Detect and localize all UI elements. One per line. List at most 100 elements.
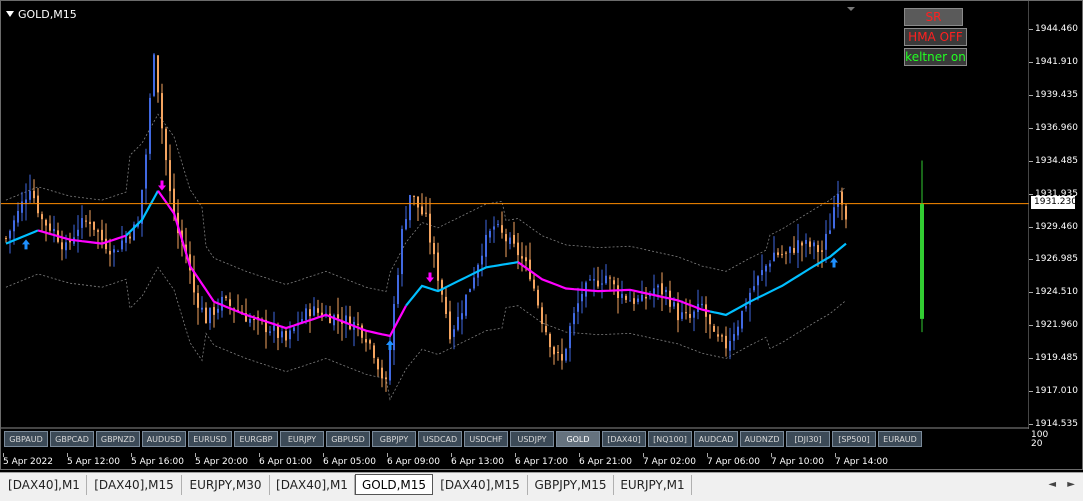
price-axis[interactable]: 1944.460 1941.910 1939.435 1936.960 1934.485… <box>1029 6 1083 429</box>
candle-body <box>93 221 95 230</box>
candle-body <box>389 349 391 381</box>
sr-toggle-button[interactable]: SR <box>904 8 963 26</box>
candle-body <box>433 243 435 255</box>
candle-body <box>365 339 367 343</box>
candle-body <box>629 300 631 302</box>
symbol-button[interactable]: USDCAD <box>418 431 462 447</box>
candle-body <box>121 240 123 250</box>
candle-body <box>385 377 387 380</box>
signal-bar-body <box>920 204 924 319</box>
price-tick-label: 1921.960 <box>1035 320 1078 331</box>
price-tick <box>1029 292 1033 294</box>
candle-body <box>581 293 583 302</box>
candle-body <box>493 226 495 230</box>
price-tick-label: 1924.510 <box>1035 287 1078 298</box>
candle-body <box>445 296 447 315</box>
candle-body <box>709 314 711 325</box>
candle-body <box>173 188 175 214</box>
chart-tab[interactable]: [DAX40],M1 <box>2 475 87 495</box>
candle-body <box>97 230 99 232</box>
chart-tab[interactable]: GOLD,M15 <box>355 474 433 495</box>
symbol-button[interactable]: GOLD <box>556 431 600 447</box>
candle-body <box>205 307 207 324</box>
candle-body <box>149 97 151 154</box>
candle-body <box>289 330 291 340</box>
candle-body <box>129 236 131 239</box>
scroll-marker-icon <box>847 7 855 11</box>
tab-next-arrow-icon[interactable]: ► <box>1067 479 1075 490</box>
hma-toggle-button[interactable]: HMA OFF <box>904 28 967 46</box>
symbol-button[interactable]: [DJI30] <box>786 431 830 447</box>
price-tick <box>1029 29 1033 30</box>
symbol-button[interactable]: USDJPY <box>510 431 554 447</box>
candle-body <box>725 335 727 349</box>
candle-body <box>457 316 459 330</box>
candle-body <box>253 319 255 321</box>
signal-arrow-down-icon <box>158 180 166 191</box>
chevron-down-icon[interactable] <box>6 11 14 17</box>
chart-tab[interactable]: [DAX40],M1 <box>270 475 355 495</box>
candle-body <box>461 313 463 320</box>
symbol-button[interactable]: EURGBP <box>234 431 278 447</box>
keltner-toggle-button[interactable]: keltner on <box>904 48 967 66</box>
price-tick <box>1029 127 1033 129</box>
symbol-button[interactable]: [DAX40] <box>602 431 646 447</box>
tab-prev-arrow-icon[interactable]: ◄ <box>1048 479 1056 490</box>
candle-body <box>693 311 695 318</box>
signal-arrow-down-icon <box>426 272 434 283</box>
price-tick-label: 1919.485 <box>1035 353 1078 364</box>
chart-tab[interactable]: EURJPY,M30 <box>182 475 270 495</box>
chart-tab[interactable]: [DAX40],M15 <box>433 475 528 495</box>
signal-arrow-up-icon <box>830 257 838 268</box>
candle-body <box>201 307 203 310</box>
chart-canvas[interactable] <box>1 1 1029 429</box>
candle-body <box>577 303 579 312</box>
symbol-button[interactable]: GBPUSD <box>326 431 370 447</box>
candle-body <box>777 252 779 255</box>
candle-body <box>565 348 567 361</box>
symbol-button[interactable]: GBPNZD <box>96 431 140 447</box>
candle-body <box>833 207 835 229</box>
candle-body <box>769 263 771 267</box>
symbol-button[interactable]: [SP500] <box>832 431 876 447</box>
price-tick <box>1029 259 1033 261</box>
symbol-button[interactable]: EURJPY <box>280 431 324 447</box>
symbol-button[interactable]: USDCHF <box>464 431 508 447</box>
candle-body <box>209 307 211 324</box>
candle-body <box>5 238 7 240</box>
symbol-button[interactable]: [NQ100] <box>648 431 692 447</box>
candle-body <box>601 283 603 285</box>
chart-tab[interactable]: EURJPY,M1 <box>614 475 692 495</box>
candle-body <box>85 220 87 222</box>
symbol-button[interactable]: GBPCAD <box>50 431 94 447</box>
candle-body <box>45 219 47 226</box>
price-tick <box>1029 391 1033 393</box>
candle-body <box>249 318 251 323</box>
symbol-button[interactable]: GBPAUD <box>4 431 48 447</box>
symbol-button[interactable]: EURAUD <box>878 431 922 447</box>
price-tick-label: 1914.535 <box>1035 419 1078 429</box>
candle-body <box>609 277 611 279</box>
candle-body <box>677 303 679 321</box>
symbol-button[interactable]: EURUSD <box>188 431 232 447</box>
candle-body <box>637 298 639 302</box>
symbol-button[interactable]: AUDUSD <box>142 431 186 447</box>
candle-body <box>701 303 703 306</box>
candle-body <box>661 283 663 295</box>
chart-tab[interactable]: GBPJPY,M15 <box>528 475 614 495</box>
time-tick-label: 6 Apr 05:00 <box>323 457 376 467</box>
candle-body <box>801 242 803 246</box>
candle-body <box>273 325 275 331</box>
candle-body <box>533 279 535 289</box>
time-tick-label: 7 Apr 10:00 <box>771 457 824 467</box>
candle-body <box>29 191 31 200</box>
time-tick-label: 6 Apr 21:00 <box>579 457 632 467</box>
candle-body <box>169 160 171 192</box>
candle-body <box>757 276 759 286</box>
symbol-button[interactable]: AUDNZD <box>740 431 784 447</box>
time-axis[interactable]: 5 Apr 2022 5 Apr 12:00 5 Apr 16:00 5 Apr 20… <box>1 453 1029 469</box>
chart-tab[interactable]: [DAX40],M15 <box>87 475 182 495</box>
symbol-button[interactable]: GBPJPY <box>372 431 416 447</box>
time-tick-label: 5 Apr 16:00 <box>131 457 184 467</box>
symbol-button[interactable]: AUDCAD <box>694 431 738 447</box>
